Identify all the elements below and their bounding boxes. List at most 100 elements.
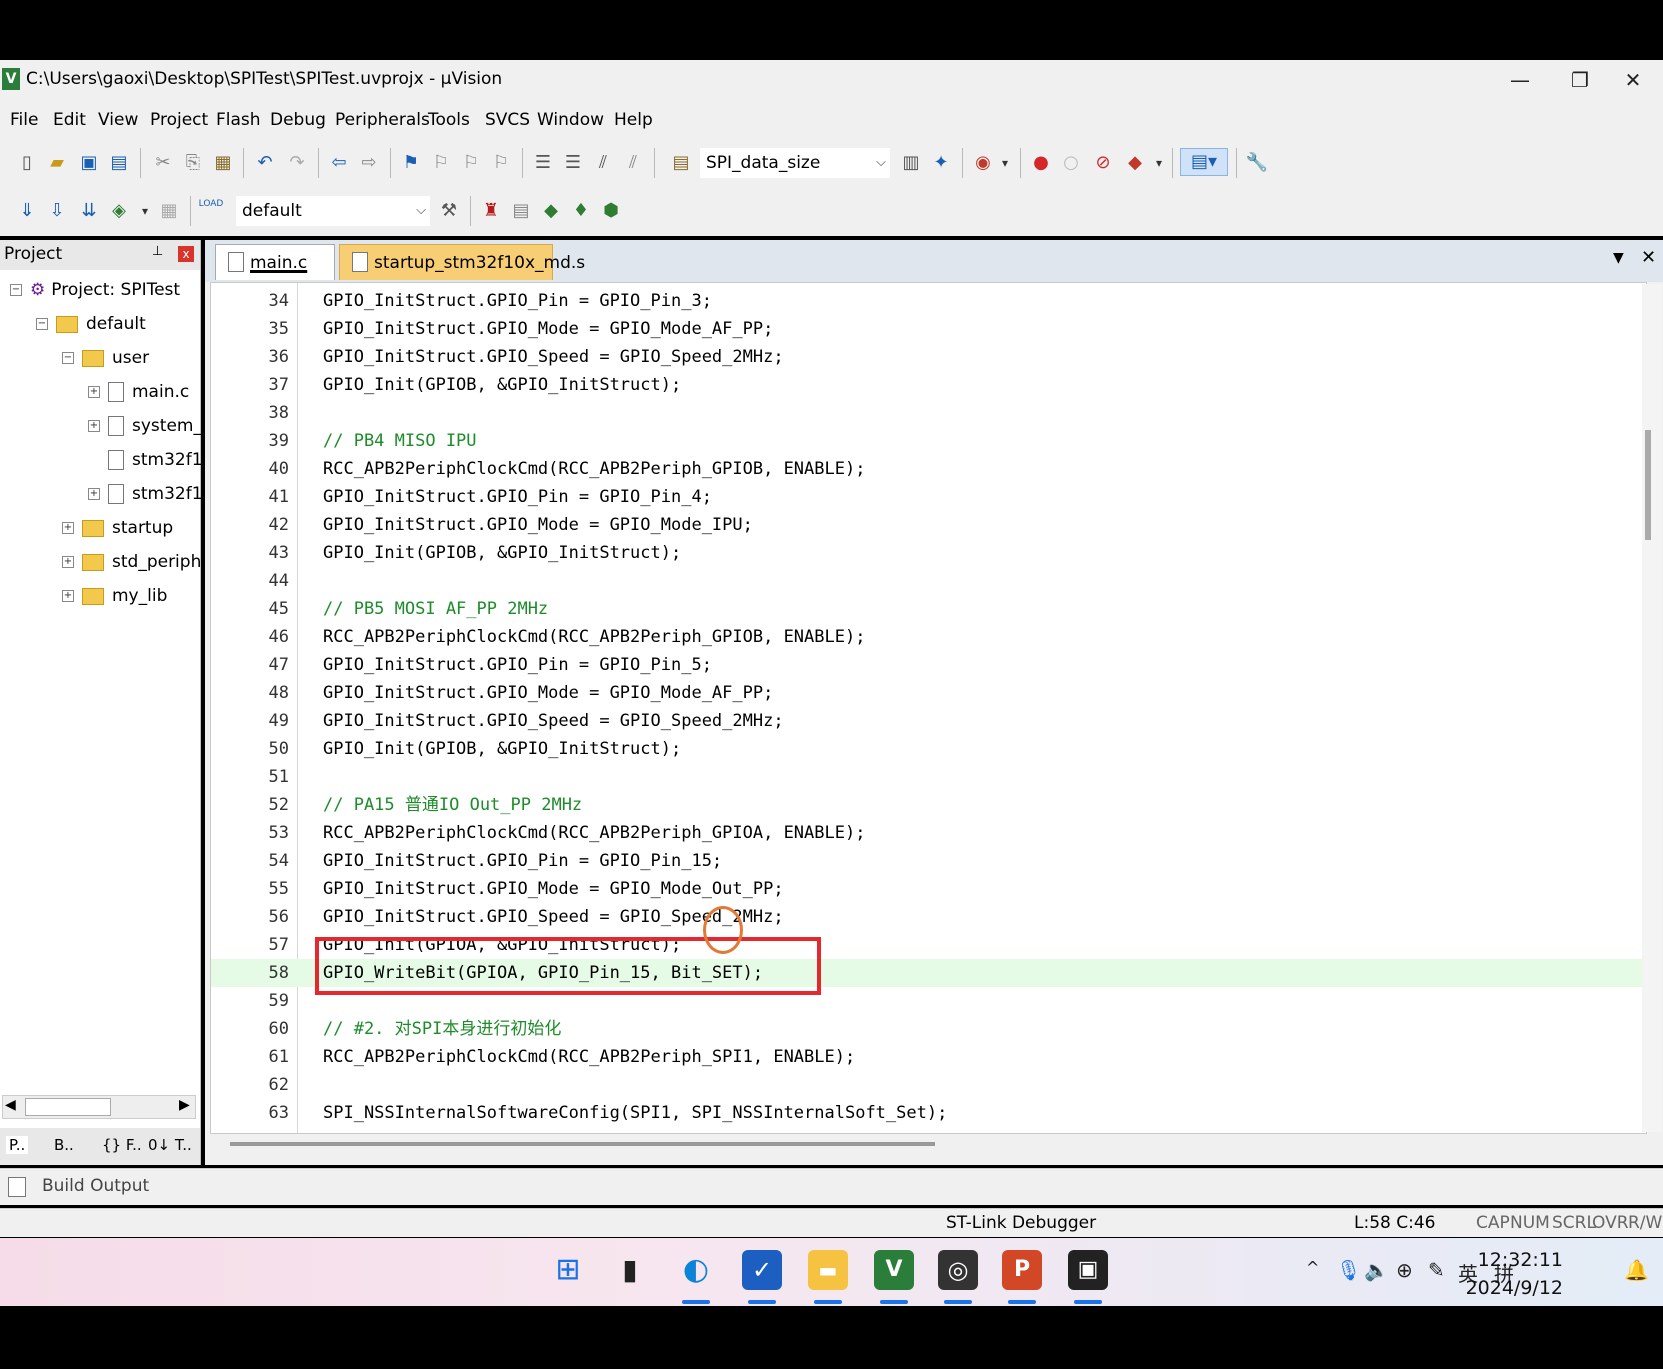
find-in-files-icon[interactable]: ▤	[668, 150, 694, 176]
menu-project[interactable]: Project	[150, 110, 208, 130]
code-line[interactable]: 47 GPIO_InitStruct.GPIO_Pin = GPIO_Pin_5;	[211, 651, 1646, 679]
tree-node-file[interactable]: + main.c	[88, 380, 189, 404]
find-icon[interactable]: ▥	[898, 150, 924, 176]
code-line[interactable]: 39 // PB4 MISO IPU	[211, 427, 1646, 455]
manage-items-icon[interactable]: ▤	[508, 198, 534, 224]
scroll-right-icon[interactable]: ▶	[179, 1097, 190, 1113]
collapse-icon[interactable]: −	[10, 284, 22, 296]
tree-node-folder[interactable]: + my_lib	[62, 584, 167, 608]
code-line[interactable]: 53 RCC_APB2PeriphClockCmd(RCC_APB2Periph_…	[211, 819, 1646, 847]
window-layout-icon[interactable]: ▤▾	[1180, 148, 1228, 176]
code-line[interactable]: 40 RCC_APB2PeriphClockCmd(RCC_APB2Periph_…	[211, 455, 1646, 483]
tab-main-c[interactable]: main.c	[215, 244, 335, 280]
rte-icon[interactable]: ⬢	[598, 198, 624, 224]
target-combo[interactable]: default ⌵	[236, 196, 430, 226]
new-file-icon[interactable]: ▯	[14, 150, 40, 176]
tree-node-target[interactable]: − default	[36, 312, 146, 336]
code-line[interactable]: 50 GPIO_Init(GPIOB, &GPIO_InitStruct);	[211, 735, 1646, 763]
code-line[interactable]: 35 GPIO_InitStruct.GPIO_Mode = GPIO_Mode_…	[211, 315, 1646, 343]
tab-books[interactable]: B..	[54, 1136, 74, 1154]
chevron-down-icon[interactable]: ▾	[132, 198, 158, 224]
bookmark-next-icon[interactable]: ⚐	[458, 150, 484, 176]
speaker-icon[interactable]: 🔈	[1364, 1258, 1389, 1282]
bookmark-clear-icon[interactable]: ⚐	[488, 150, 514, 176]
expand-icon[interactable]: +	[62, 556, 74, 568]
menu-view[interactable]: View	[98, 110, 138, 130]
code-line[interactable]: 44	[211, 567, 1646, 595]
load-icon[interactable]: LOAD	[198, 198, 224, 224]
rebuild-icon[interactable]: ⇊	[76, 198, 102, 224]
redo-icon[interactable]: ↷	[284, 150, 310, 176]
bookmark-prev-icon[interactable]: ⚐	[428, 150, 454, 176]
select-software-icon[interactable]: ♦	[568, 198, 594, 224]
code-line[interactable]: 42 GPIO_InitStruct.GPIO_Mode = GPIO_Mode_…	[211, 511, 1646, 539]
code-line[interactable]: 48 GPIO_InitStruct.GPIO_Mode = GPIO_Mode_…	[211, 679, 1646, 707]
code-line[interactable]: 34 GPIO_InitStruct.GPIO_Pin = GPIO_Pin_3;	[211, 287, 1646, 315]
uvision-taskbar-icon[interactable]: V	[874, 1250, 914, 1290]
close-tab-icon[interactable]: ✕	[1641, 247, 1656, 268]
powerpoint-icon[interactable]: P	[1002, 1250, 1042, 1290]
uncomment-icon[interactable]: ⫽	[620, 150, 646, 176]
editor-vscroll-thumb[interactable]	[1645, 430, 1651, 540]
menu-tools[interactable]: Tools	[428, 110, 470, 130]
menu-flash[interactable]: Flash	[216, 110, 261, 130]
batch-build-icon[interactable]: ◈	[106, 198, 132, 224]
pack-installer-icon[interactable]: ◆	[538, 198, 564, 224]
code-line[interactable]: 62	[211, 1071, 1646, 1099]
wrench-icon[interactable]: 🔧	[1244, 150, 1270, 176]
expand-icon[interactable]: +	[88, 386, 100, 398]
breakpoint-kill-icon[interactable]: ◆	[1122, 150, 1148, 176]
incremental-find-icon[interactable]: ✦	[928, 150, 954, 176]
tab-functions[interactable]: {} F..	[102, 1136, 142, 1154]
editor-hscroll-thumb[interactable]	[230, 1142, 935, 1146]
tree-hscrollbar[interactable]: ◀ ▶	[2, 1095, 196, 1119]
code-line[interactable]: 52 // PA15 普通IO Out_PP 2MHz	[211, 791, 1646, 819]
paste-icon[interactable]: ▦	[210, 150, 236, 176]
code-line[interactable]: 63 SPI_NSSInternalSoftwareConfig(SPI1, SP…	[211, 1099, 1646, 1127]
expand-icon[interactable]: +	[62, 590, 74, 602]
restore-button[interactable]: ❐	[1550, 60, 1610, 100]
edge-icon[interactable]: ◐	[676, 1250, 716, 1290]
chevron-up-icon[interactable]: ^	[1306, 1258, 1319, 1277]
code-line[interactable]: 55 GPIO_InitStruct.GPIO_Mode = GPIO_Mode_…	[211, 875, 1646, 903]
nav-forward-icon[interactable]: ⇨	[356, 150, 382, 176]
chevron-down-icon[interactable]: ▾	[992, 150, 1018, 176]
menu-help[interactable]: Help	[614, 110, 653, 130]
undo-icon[interactable]: ↶	[252, 150, 278, 176]
code-line[interactable]: 46 RCC_APB2PeriphClockCmd(RCC_APB2Periph_…	[211, 623, 1646, 651]
tree-node-folder[interactable]: − user	[62, 346, 149, 370]
menu-peripherals[interactable]: Peripherals	[335, 110, 430, 130]
tree-node-file[interactable]: + system_s	[88, 414, 211, 438]
code-line[interactable]: 38	[211, 399, 1646, 427]
open-folder-icon[interactable]: ▰	[44, 150, 70, 176]
tree-node-file[interactable]: stm32f1(	[88, 448, 209, 472]
code-line[interactable]: 61 RCC_APB2PeriphClockCmd(RCC_APB2Periph_…	[211, 1043, 1646, 1071]
code-line[interactable]: 60 // #2. 对SPI本身进行初始化	[211, 1015, 1646, 1043]
comment-icon[interactable]: ⫽	[590, 150, 616, 176]
bookmark-icon[interactable]: ⚑	[398, 150, 424, 176]
whiteboard-icon[interactable]: ✓	[742, 1250, 782, 1290]
code-line[interactable]: 49 GPIO_InitStruct.GPIO_Speed = GPIO_Spee…	[211, 707, 1646, 735]
pen-icon[interactable]: ✎	[1428, 1258, 1445, 1282]
minimize-button[interactable]: —	[1490, 60, 1550, 100]
notification-bell-icon[interactable]: 🔔	[1624, 1258, 1649, 1282]
translate-icon[interactable]: ⇓	[14, 198, 40, 224]
code-line[interactable]: 43 GPIO_Init(GPIOB, &GPIO_InitStruct);	[211, 539, 1646, 567]
stop-build-icon[interactable]: ▦	[156, 198, 182, 224]
menu-window[interactable]: Window	[537, 110, 604, 130]
menu-svcs[interactable]: SVCS	[485, 110, 530, 130]
microphone-icon[interactable]: 🎙	[1336, 1258, 1361, 1282]
tab-startup[interactable]: startup_stm32f10x_md.s	[339, 244, 585, 280]
menu-file[interactable]: File	[10, 110, 38, 130]
unindent-icon[interactable]: ☰	[560, 150, 586, 176]
scroll-left-icon[interactable]: ◀	[5, 1097, 16, 1113]
nav-back-icon[interactable]: ⇦	[326, 150, 352, 176]
tab-list-dropdown-icon[interactable]: ▼	[1613, 250, 1624, 266]
build-icon[interactable]: ⇩	[44, 198, 70, 224]
tab-project[interactable]: P..	[6, 1136, 29, 1154]
expand-icon[interactable]: +	[88, 488, 100, 500]
code-line[interactable]: 41 GPIO_InitStruct.GPIO_Pin = GPIO_Pin_4;	[211, 483, 1646, 511]
tab-templates[interactable]: 0↓ T..	[148, 1136, 192, 1154]
editor-vscrollbar[interactable]	[1642, 284, 1662, 1132]
cut-icon[interactable]: ✂	[150, 150, 176, 176]
